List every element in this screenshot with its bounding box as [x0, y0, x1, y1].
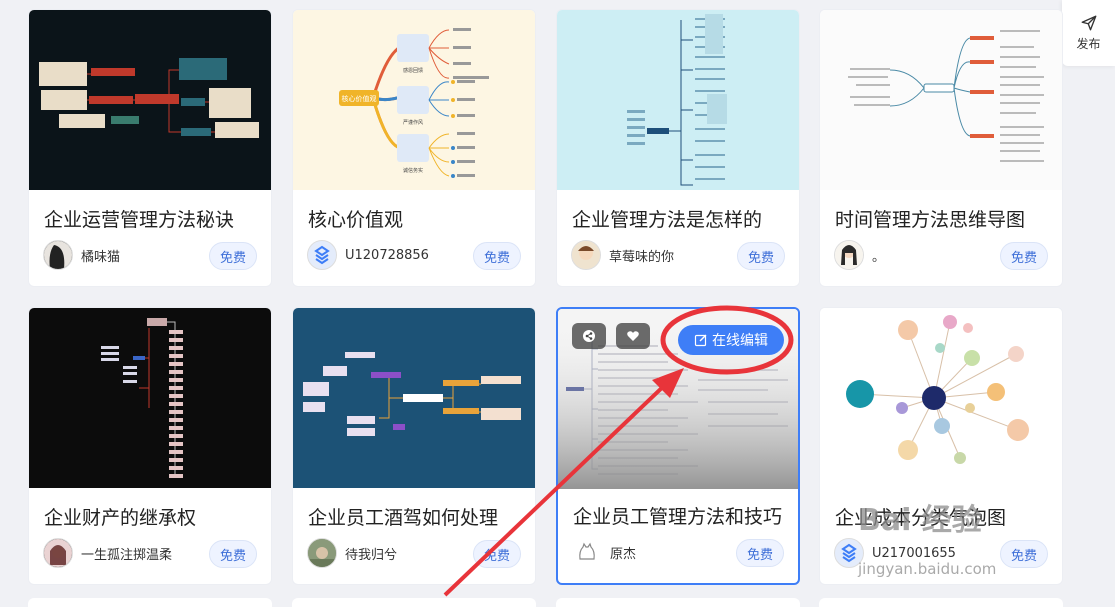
author-name: 原杰 [610, 546, 637, 562]
favorite-button[interactable] [616, 323, 650, 349]
card-thumbnail[interactable]: 在线编辑 [558, 309, 798, 489]
author-name: 。 [872, 249, 886, 265]
card-partial [556, 598, 800, 607]
watermark: Bai 经验 [858, 503, 982, 538]
avatar [307, 538, 337, 568]
card-author[interactable]: 橘味猫 [43, 240, 120, 270]
template-card[interactable]: 企业成本分类气泡图 U217001655 免费 [819, 307, 1063, 585]
branch-label: 严谨作风 [403, 119, 423, 126]
template-card[interactable]: 核心价值观 感恩回馈 严谨作风 诚信务实 核心价值观 U120728856 免费 [292, 9, 536, 287]
template-card[interactable]: 企业财产的继承权 一生孤注掷温柔 免费 [28, 307, 272, 585]
edit-icon [694, 334, 707, 347]
card-thumbnail[interactable] [293, 308, 535, 488]
card-thumbnail[interactable] [820, 10, 1062, 190]
free-badge: 免费 [1000, 242, 1048, 270]
send-icon [1081, 15, 1096, 31]
template-card-selected[interactable]: 在线编辑 企业员工管理方法和技巧 原杰 免费 [556, 307, 800, 585]
author-name: 一生孤注掷温柔 [81, 547, 173, 563]
card-thumbnail[interactable] [29, 308, 271, 488]
avatar [571, 240, 601, 270]
watermark-url: jingyan.baidu.com [858, 560, 997, 578]
card-author[interactable]: U120728856 [307, 240, 429, 270]
free-badge: 免费 [737, 242, 785, 270]
card-title[interactable]: 核心价值观 [308, 205, 403, 232]
share-icon [583, 330, 595, 342]
branch-label: 感恩回馈 [403, 67, 423, 74]
free-badge: 免费 [1000, 540, 1048, 568]
card-author[interactable]: 。 [834, 240, 885, 270]
card-author[interactable]: 一生孤注掷温柔 [43, 538, 172, 568]
branch-label: 诚信务实 [403, 167, 423, 174]
share-button[interactable] [572, 323, 606, 349]
author-name: 草莓味的你 [609, 249, 675, 265]
logo-icon [841, 543, 857, 563]
card-partial [292, 598, 536, 607]
card-author[interactable]: 原杰 [572, 537, 636, 567]
template-card[interactable]: 企业管理方法是怎样的 草莓味的你 免费 [556, 9, 800, 287]
core-node: 核心价值观 [342, 94, 377, 103]
logo-icon [314, 245, 330, 265]
avatar [307, 240, 337, 270]
free-badge: 免费 [209, 540, 257, 568]
card-title[interactable]: 时间管理方法思维导图 [835, 205, 1025, 232]
author-name: 橘味猫 [81, 249, 121, 265]
author-name: U217001655 [872, 545, 956, 561]
card-partial [28, 598, 272, 607]
card-author[interactable]: 待我归兮 [307, 538, 397, 568]
card-thumbnail[interactable] [820, 308, 1062, 488]
avatar [43, 538, 73, 568]
free-badge: 免费 [209, 242, 257, 270]
free-badge: 免费 [473, 540, 521, 568]
card-title[interactable]: 企业运营管理方法秘诀 [44, 205, 234, 232]
author-name: 待我归兮 [345, 547, 398, 563]
avatar [834, 240, 864, 270]
free-badge: 免费 [473, 242, 521, 270]
card-thumbnail[interactable] [557, 10, 799, 190]
free-badge: 免费 [736, 539, 784, 567]
card-title[interactable]: 企业财产的继承权 [44, 503, 196, 530]
publish-label: 发布 [1076, 37, 1101, 51]
template-card[interactable]: 企业运营管理方法秘诀 橘味猫 免费 [28, 9, 272, 287]
online-edit-label: 在线编辑 [712, 333, 768, 349]
avatar [572, 537, 602, 567]
avatar [43, 240, 73, 270]
template-card[interactable]: 时间管理方法思维导图 。 免费 [819, 9, 1063, 287]
cat-icon [579, 542, 595, 560]
heart-icon [627, 331, 639, 341]
template-card[interactable]: 企业员工酒驾如何处理 待我归兮 免费 [292, 307, 536, 585]
card-thumbnail[interactable] [29, 10, 271, 190]
card-title[interactable]: 企业员工酒驾如何处理 [308, 503, 498, 530]
card-partial [819, 598, 1063, 607]
card-author[interactable]: 草莓味的你 [571, 240, 674, 270]
card-title[interactable]: 企业员工管理方法和技巧 [573, 502, 782, 529]
online-edit-button[interactable]: 在线编辑 [678, 325, 784, 355]
publish-button[interactable]: 发布 [1062, 0, 1115, 66]
card-thumbnail[interactable]: 核心价值观 感恩回馈 严谨作风 诚信务实 [293, 10, 535, 190]
card-title[interactable]: 企业管理方法是怎样的 [572, 205, 762, 232]
author-name: U120728856 [345, 247, 429, 263]
